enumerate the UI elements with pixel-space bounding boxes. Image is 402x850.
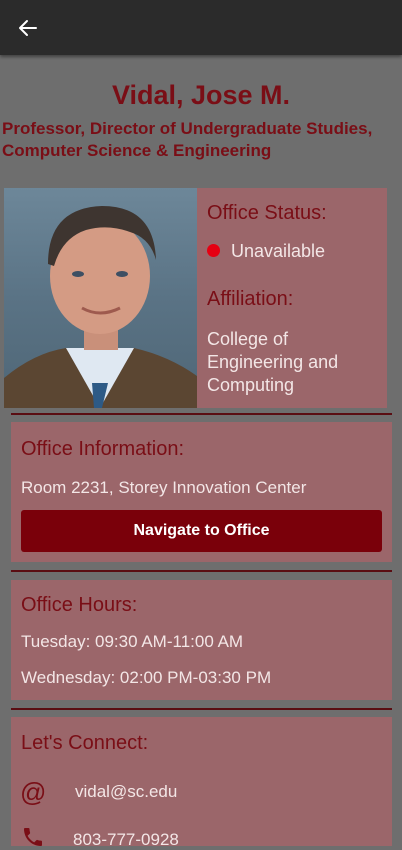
profile-photo [4, 188, 197, 408]
affiliation-value: College of Engineering and Computing [207, 328, 338, 397]
affiliation-line-2: Engineering and [207, 352, 339, 372]
profile-name: Vidal, Jose M. [111, 80, 291, 110]
lets-connect-card: Let's Connect: @ vidal@sc.edu 803-777-09… [11, 717, 392, 849]
app-bar [0, 0, 402, 55]
affiliation-heading: Affiliation: [207, 288, 294, 310]
office-hours-line: Wednesday: 02:00 PM-03:30 PM [21, 668, 272, 687]
profile-title: Professor, Director of Undergraduate Stu… [2, 118, 402, 162]
profile-title-line-1: Professor, Director of Undergraduate Stu… [2, 119, 373, 138]
office-status-value: Unavailable [231, 241, 326, 261]
office-hours-card: Office Hours: Tuesday: 09:30 AM-11:00 AM… [11, 580, 392, 700]
office-hours-line: Tuesday: 09:30 AM-11:00 AM [21, 632, 244, 651]
divider [11, 708, 392, 710]
office-information-heading: Office Information: [21, 438, 185, 460]
divider [11, 413, 392, 415]
profile-title-line-2: Computer Science & Engineering [2, 141, 272, 160]
status-indicator-icon [207, 244, 220, 257]
phone-icon [24, 828, 42, 846]
affiliation-line-1: College of [207, 329, 289, 349]
office-status-heading: Office Status: [207, 202, 327, 224]
affiliation-line-3: Computing [207, 375, 295, 395]
office-information-card: Office Information: Room 2231, Storey In… [11, 422, 392, 562]
lets-connect-heading: Let's Connect: [21, 732, 149, 754]
email-link[interactable]: vidal@sc.edu [75, 782, 177, 802]
office-location: Room 2231, Storey Innovation Center [21, 478, 307, 497]
divider [11, 570, 392, 572]
office-hours-heading: Office Hours: [21, 594, 138, 616]
arrow-left-icon[interactable] [14, 14, 42, 42]
navigate-to-office-button[interactable]: Navigate to Office [21, 510, 382, 552]
at-sign-icon: @ [20, 777, 47, 807]
phone-link[interactable]: 803-777-0928 [73, 830, 179, 850]
office-status-card: Office Status: Unavailable Affiliation: … [197, 188, 387, 408]
